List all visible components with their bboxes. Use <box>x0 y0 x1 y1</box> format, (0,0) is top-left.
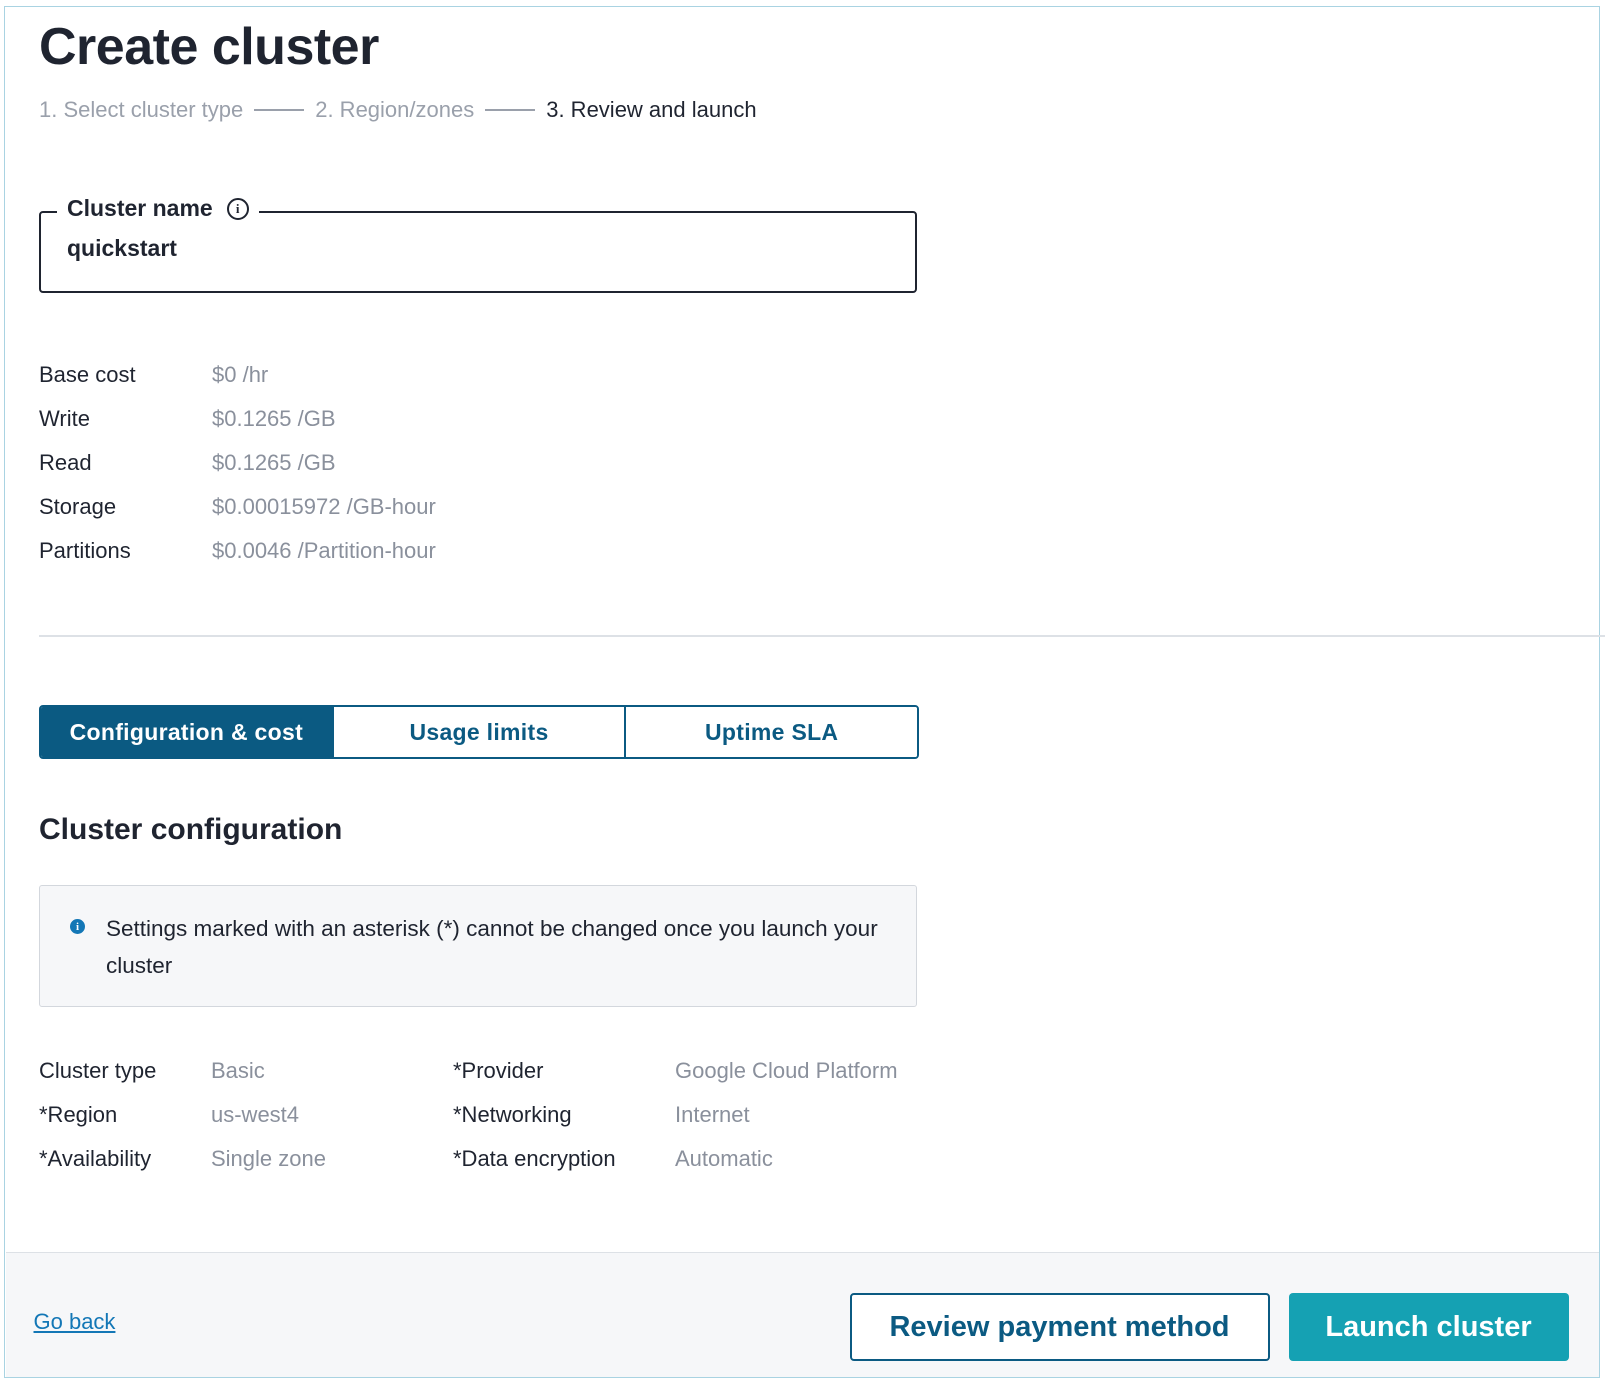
cost-row-base: Base cost $0 /hr <box>39 353 436 397</box>
cost-table: Base cost $0 /hr Write $0.1265 /GB Read … <box>39 353 436 573</box>
cost-value: $0.1265 /GB <box>212 406 336 431</box>
info-notice: i Settings marked with an asterisk (*) c… <box>39 885 917 1007</box>
cost-row-storage: Storage $0.00015972 /GB-hour <box>39 485 436 529</box>
config-label: *Networking <box>453 1102 572 1127</box>
stepper: 1. Select cluster type 2. Region/zones 3… <box>39 95 757 125</box>
config-value: us-west4 <box>211 1102 300 1127</box>
info-icon: i <box>70 919 85 934</box>
cost-label: Partitions <box>39 538 131 563</box>
config-label: *Provider <box>453 1058 544 1083</box>
config-label: Cluster type <box>39 1058 157 1083</box>
cluster-name-label: Cluster name <box>67 195 213 221</box>
tab-configuration-cost[interactable]: Configuration & cost <box>41 707 332 757</box>
section-divider <box>39 635 1605 637</box>
config-value: Single zone <box>211 1146 326 1171</box>
config-value: Basic <box>211 1058 265 1083</box>
config-label: *Region <box>39 1102 118 1127</box>
create-cluster-window: Create cluster 1. Select cluster type 2.… <box>4 6 1605 1378</box>
cluster-name-label-group: Cluster name i <box>57 195 259 222</box>
cost-value: $0.0046 /Partition-hour <box>212 538 436 563</box>
cost-row-write: Write $0.1265 /GB <box>39 397 436 441</box>
config-value: Automatic <box>675 1146 773 1171</box>
cost-value: $0.1265 /GB <box>212 450 336 475</box>
cost-value: $0.00015972 /GB-hour <box>212 494 436 519</box>
footer-bar: Go back Review payment method Launch clu… <box>5 1252 1599 1377</box>
notice-text: Settings marked with an asterisk (*) can… <box>106 916 878 978</box>
cost-label: Write <box>39 406 90 431</box>
config-value: Internet <box>675 1102 750 1127</box>
tab-usage-limits[interactable]: Usage limits <box>331 707 625 757</box>
step-select-cluster-type[interactable]: 1. Select cluster type <box>39 97 243 123</box>
config-label: *Availability <box>39 1146 152 1171</box>
config-details: Cluster type Basic *Provider Google Clou… <box>39 1049 935 1181</box>
cluster-name-input[interactable] <box>67 235 867 262</box>
review-payment-method-button[interactable]: Review payment method <box>849 1293 1270 1361</box>
go-back-link[interactable]: Go back <box>34 1309 116 1335</box>
cost-label: Read <box>39 450 92 475</box>
cost-row-partitions: Partitions $0.0046 /Partition-hour <box>39 529 436 573</box>
config-label: *Data encryption <box>453 1146 616 1171</box>
tab-bar: Configuration & cost Usage limits Uptime… <box>39 705 919 759</box>
launch-cluster-button[interactable]: Launch cluster <box>1288 1293 1569 1361</box>
step-connector <box>485 109 536 111</box>
cost-label: Base cost <box>39 362 136 387</box>
cost-row-read: Read $0.1265 /GB <box>39 441 436 485</box>
step-connector <box>254 109 305 111</box>
section-title: Cluster configuration <box>39 813 343 846</box>
cost-value: $0 /hr <box>212 362 269 387</box>
config-value: Google Cloud Platform <box>675 1058 898 1083</box>
tab-uptime-sla[interactable]: Uptime SLA <box>624 707 917 757</box>
info-icon[interactable]: i <box>226 197 249 220</box>
step-review-and-launch: 3. Review and launch <box>546 97 757 122</box>
step-region-zones[interactable]: 2. Region/zones <box>315 97 474 123</box>
cluster-name-field: Cluster name i <box>39 195 917 293</box>
page-title: Create cluster <box>39 18 379 76</box>
cost-label: Storage <box>39 494 117 519</box>
